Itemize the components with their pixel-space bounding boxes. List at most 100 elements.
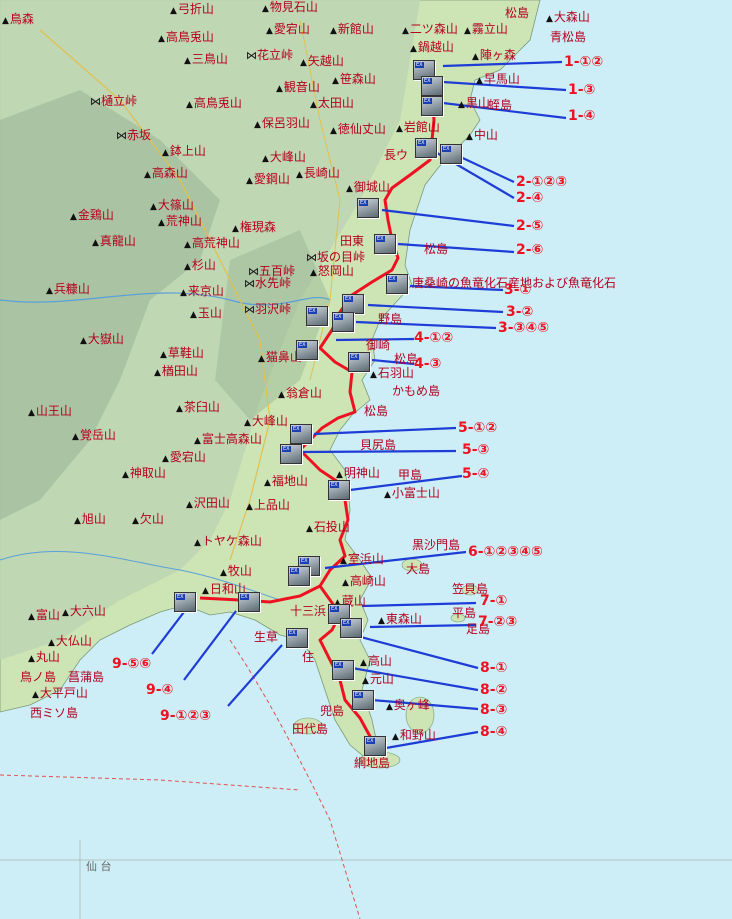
route-section-label[interactable]: 9-④ bbox=[146, 682, 173, 698]
place-label: 黒沙門島 bbox=[412, 538, 461, 552]
mountain-label: ▲東森山 bbox=[378, 612, 422, 626]
mountain-label: ▲富山 bbox=[28, 608, 60, 622]
mountain-label: ▲室浜山 bbox=[340, 552, 384, 566]
route-section-label[interactable]: 2-④ bbox=[516, 190, 543, 206]
route-photo-marker[interactable]: EX bbox=[421, 76, 443, 96]
route-section-label[interactable]: 4-①② bbox=[414, 330, 453, 346]
route-photo-marker[interactable]: EX bbox=[290, 424, 312, 444]
mountain-label: ▲石投山 bbox=[306, 520, 350, 534]
mountain-label: ▲新館山 bbox=[330, 22, 374, 36]
mountain-label: ▲山王山 bbox=[28, 404, 72, 418]
mountain-label: ▲中山 bbox=[466, 128, 498, 142]
route-section-label[interactable]: 8-② bbox=[480, 682, 507, 698]
route-photo-marker[interactable]: EX bbox=[421, 96, 443, 116]
route-photo-marker[interactable]: EX bbox=[174, 592, 196, 612]
mountain-label: ▲旭山 bbox=[74, 512, 106, 526]
mountain-label: ▲笹森山 bbox=[332, 72, 376, 86]
mountain-label: ▲怒岡山 bbox=[310, 264, 354, 278]
route-photo-marker[interactable]: EX bbox=[352, 690, 374, 710]
mountain-label: ▲鳥森 bbox=[2, 12, 34, 26]
route-photo-marker[interactable]: EX bbox=[296, 340, 318, 360]
place-label: 御崎 bbox=[366, 338, 391, 352]
route-section-label[interactable]: 9-⑤⑥ bbox=[112, 656, 151, 672]
mountain-label: ▲真龍山 bbox=[92, 234, 136, 248]
route-section-label[interactable]: 5-①② bbox=[458, 420, 497, 436]
route-photo-marker[interactable]: EX bbox=[340, 618, 362, 638]
route-section-label[interactable]: 5-③ bbox=[462, 442, 489, 458]
mountain-label: ▲高山 bbox=[360, 654, 392, 668]
mountain-label: ▲金鶏山 bbox=[70, 208, 114, 222]
route-photo-marker[interactable]: EX bbox=[288, 566, 310, 586]
route-section-label[interactable]: 3-① bbox=[504, 282, 531, 298]
route-section-label[interactable]: 9-①②③ bbox=[160, 708, 211, 724]
route-section-label[interactable]: 2-⑥ bbox=[516, 242, 543, 258]
mountain-label: ▲大森山 bbox=[546, 10, 590, 24]
mountain-label: ▲石羽山 bbox=[370, 366, 414, 380]
mountain-label: ▲高鳥兎山 bbox=[186, 96, 242, 110]
route-section-label[interactable]: 6-①②③④⑤ bbox=[468, 544, 543, 560]
route-photo-marker[interactable]: EX bbox=[374, 234, 396, 254]
place-label: 松島 bbox=[364, 404, 389, 418]
place-label: 大島 bbox=[406, 562, 431, 576]
mountain-label: ▲元山 bbox=[362, 672, 394, 686]
route-photo-marker[interactable]: EX bbox=[332, 312, 354, 332]
route-photo-marker[interactable]: EX bbox=[348, 352, 370, 372]
mountain-label: ▲高森山 bbox=[144, 166, 188, 180]
route-photo-marker[interactable]: EX bbox=[342, 294, 364, 314]
route-section-label[interactable]: 8-① bbox=[480, 660, 507, 676]
route-section-label[interactable]: 2-⑤ bbox=[516, 218, 543, 234]
place-label: 十三浜 bbox=[290, 604, 327, 618]
mountain-label: ▲大仏山 bbox=[48, 634, 92, 648]
mountain-label: ▲岩館山 bbox=[396, 120, 440, 134]
mountain-label: ▲上品山 bbox=[246, 498, 290, 512]
route-section-label[interactable]: 1-③ bbox=[568, 82, 595, 98]
place-label: 貝尻島 bbox=[360, 438, 397, 452]
mountain-label: ▲三鳥山 bbox=[184, 52, 228, 66]
mountain-label: ▲大峰山 bbox=[244, 414, 288, 428]
mountain-label: ▲沢田山 bbox=[186, 496, 230, 510]
place-label: 住 bbox=[302, 650, 315, 664]
mountain-label: ▲保呂羽山 bbox=[254, 116, 310, 130]
route-photo-marker[interactable]: EX bbox=[440, 144, 462, 164]
route-section-label[interactable]: 1-④ bbox=[568, 108, 595, 124]
route-photo-marker[interactable]: EX bbox=[280, 444, 302, 464]
route-photo-marker[interactable]: EX bbox=[386, 274, 408, 294]
route-photo-marker[interactable]: EX bbox=[286, 628, 308, 648]
mountain-label: ▲長崎山 bbox=[296, 166, 340, 180]
mountain-label: ▲兵糠山 bbox=[46, 282, 90, 296]
route-section-label[interactable]: 8-④ bbox=[480, 724, 507, 740]
mountain-label: ▲茶臼山 bbox=[176, 400, 220, 414]
route-section-label[interactable]: 5-④ bbox=[462, 466, 489, 482]
mountain-label: ▲和野山 bbox=[392, 728, 436, 742]
route-photo-marker[interactable]: EX bbox=[415, 138, 437, 158]
route-photo-marker[interactable]: EX bbox=[306, 306, 328, 326]
place-label: 野島 bbox=[378, 312, 403, 326]
mountain-label: ▲大嶽山 bbox=[80, 332, 124, 346]
place-label: 西ミソ島 bbox=[30, 706, 79, 720]
mountain-label: ▲霧立山 bbox=[464, 22, 508, 36]
route-photo-marker[interactable]: EX bbox=[332, 660, 354, 680]
mountain-label: ▲鉢上山 bbox=[162, 144, 206, 158]
route-photo-marker[interactable]: EX bbox=[357, 198, 379, 218]
mountain-label: ▲覚岳山 bbox=[72, 428, 116, 442]
route-section-label[interactable]: 8-③ bbox=[480, 702, 507, 718]
mountain-label: ▲御城山 bbox=[346, 180, 390, 194]
route-photo-marker[interactable]: EX bbox=[328, 480, 350, 500]
map-viewport[interactable]: ▲鳥森 ▲弓折山 ▲物見石山 松島 ▲大森山 ▲高鳥兎山 ▲愛宕山 ▲新館山 ▲… bbox=[0, 0, 732, 919]
place-label: 田東 bbox=[340, 234, 365, 248]
route-section-label[interactable]: 7-① bbox=[480, 593, 507, 609]
pass-label: ⋈赤坂 bbox=[116, 128, 152, 142]
mountain-label: ▲早馬山 bbox=[476, 72, 520, 86]
route-section-label[interactable]: 1-①② bbox=[564, 54, 603, 70]
route-section-label[interactable]: 3-③④⑤ bbox=[498, 320, 549, 336]
route-section-label[interactable]: 4-③ bbox=[414, 356, 441, 372]
place-label: 網地島 bbox=[354, 756, 391, 770]
route-section-label[interactable]: 2-①②③ bbox=[516, 174, 567, 190]
route-photo-marker[interactable]: EX bbox=[238, 592, 260, 612]
route-section-label[interactable]: 3-② bbox=[506, 304, 533, 320]
route-section-label[interactable]: 7-②③ bbox=[478, 614, 517, 630]
mountain-label: ▲二ツ森山 bbox=[402, 22, 458, 36]
place-label: 鳥ノ島 bbox=[20, 670, 57, 684]
route-photo-marker[interactable]: EX bbox=[364, 736, 386, 756]
mountain-label: ▲トヤケ森山 bbox=[194, 534, 262, 548]
